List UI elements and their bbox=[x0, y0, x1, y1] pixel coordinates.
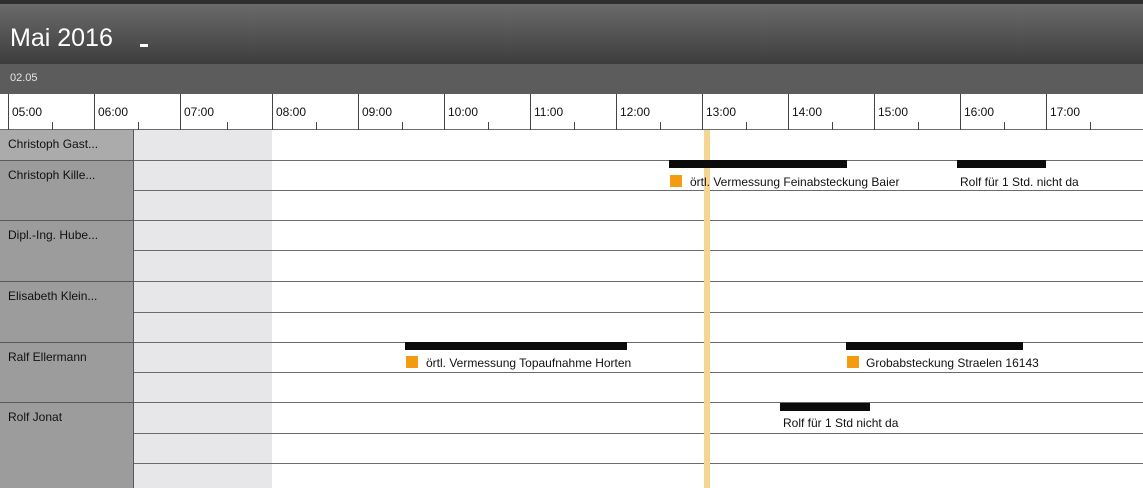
appointment-label[interactable]: Rolf für 1 Std nicht da bbox=[783, 416, 898, 430]
appointment-label[interactable]: Rolf für 1 Std. nicht da bbox=[960, 175, 1079, 189]
appointment-bar[interactable] bbox=[780, 403, 870, 411]
row-divider bbox=[134, 250, 1143, 251]
resource-name: Christoph Kille... bbox=[8, 168, 96, 182]
month-dropdown-icon[interactable] bbox=[140, 44, 148, 47]
time-ruler: 05:00 06:00 07:00 08:00 09:00 10:00 11:0… bbox=[0, 94, 1143, 130]
row-divider bbox=[134, 220, 1143, 221]
appointment-label[interactable]: örtl. Vermessung Topaufnahme Horten bbox=[426, 356, 631, 370]
day-label: 02.05 bbox=[10, 72, 38, 84]
ruler-hour: 09:00 bbox=[358, 94, 444, 130]
ruler-hour: 05:00 bbox=[8, 94, 94, 130]
half-hour-tick bbox=[1090, 122, 1091, 130]
ruler-hour: 17:00 bbox=[1046, 94, 1143, 130]
day-bar: 02.05 bbox=[0, 64, 1143, 94]
appointment-category-icon bbox=[847, 356, 859, 368]
row-divider bbox=[134, 463, 1143, 464]
row-divider bbox=[134, 281, 1143, 282]
ruler-hour: 06:00 bbox=[94, 94, 180, 130]
appointment-category-icon bbox=[406, 356, 418, 368]
hour-label: 08:00 bbox=[276, 105, 307, 119]
row-divider bbox=[134, 402, 1143, 403]
hour-label: 10:00 bbox=[448, 105, 479, 119]
resource-row[interactable]: Christoph Kille... bbox=[0, 161, 133, 221]
half-hour-tick bbox=[52, 122, 53, 130]
ruler-hour: 08:00 bbox=[272, 94, 358, 130]
half-hour-tick bbox=[746, 122, 747, 130]
resource-name: Elisabeth Klein... bbox=[8, 289, 98, 303]
appointment-bar[interactable] bbox=[957, 160, 1046, 168]
resource-name: Christoph Gast... bbox=[8, 137, 99, 151]
ruler-hour: 16:00 bbox=[960, 94, 1046, 130]
resource-name: Ralf Ellermann bbox=[8, 350, 87, 364]
hour-label: 16:00 bbox=[964, 105, 995, 119]
resource-name: Rolf Jonat bbox=[8, 410, 63, 424]
resource-row[interactable]: Elisabeth Klein... bbox=[0, 282, 133, 343]
ruler-hour: 12:00 bbox=[616, 94, 702, 130]
half-hour-tick bbox=[832, 122, 833, 130]
row-divider bbox=[134, 433, 1143, 434]
ruler-hour: 11:00 bbox=[530, 94, 616, 130]
ruler-hour: 07:00 bbox=[180, 94, 272, 130]
row-divider bbox=[134, 312, 1143, 313]
half-hour-tick bbox=[402, 122, 403, 130]
half-hour-tick bbox=[316, 122, 317, 130]
half-hour-tick bbox=[138, 122, 139, 130]
half-hour-tick bbox=[227, 122, 228, 130]
ruler-hour: 10:00 bbox=[444, 94, 530, 130]
half-hour-tick bbox=[660, 122, 661, 130]
hour-label: 14:00 bbox=[792, 105, 823, 119]
row-divider bbox=[134, 190, 1143, 191]
appointment-label[interactable]: örtl. Vermessung Feinabsteckung Baier bbox=[690, 175, 899, 189]
hour-label: 17:00 bbox=[1050, 105, 1081, 119]
hour-label: 15:00 bbox=[878, 105, 909, 119]
resource-row[interactable]: Christoph Gast... bbox=[0, 130, 133, 161]
resource-name: Dipl.-Ing. Hube... bbox=[8, 228, 99, 242]
half-hour-tick bbox=[574, 122, 575, 130]
hour-label: 05:00 bbox=[12, 105, 43, 119]
half-hour-tick bbox=[918, 122, 919, 130]
appointment-bar[interactable] bbox=[405, 342, 627, 350]
non-working-hours bbox=[134, 130, 272, 488]
ruler-hour: 14:00 bbox=[788, 94, 874, 130]
month-title[interactable]: Mai 2016 bbox=[10, 24, 113, 53]
appointment-bar[interactable] bbox=[846, 342, 1023, 350]
half-hour-tick bbox=[488, 122, 489, 130]
row-divider bbox=[134, 372, 1143, 373]
appointment-bar[interactable] bbox=[669, 160, 847, 168]
appointment-category-icon bbox=[670, 175, 682, 187]
ruler-hour: 13:00 bbox=[702, 94, 788, 130]
ruler-hour: 15:00 bbox=[874, 94, 960, 130]
hour-label: 13:00 bbox=[706, 105, 737, 119]
hour-label: 09:00 bbox=[362, 105, 393, 119]
appointment-label[interactable]: Grobabsteckung Straelen 16143 bbox=[866, 356, 1039, 370]
half-hour-tick bbox=[1004, 122, 1005, 130]
hour-label: 12:00 bbox=[620, 105, 651, 119]
resource-row[interactable]: Ralf Ellermann bbox=[0, 343, 133, 403]
hour-label: 06:00 bbox=[98, 105, 129, 119]
calendar-header: Mai 2016 bbox=[0, 0, 1143, 64]
hour-label: 07:00 bbox=[184, 105, 215, 119]
resource-row[interactable]: Rolf Jonat bbox=[0, 403, 133, 488]
resource-row[interactable]: Dipl.-Ing. Hube... bbox=[0, 221, 133, 282]
hour-label: 11:00 bbox=[534, 105, 564, 119]
